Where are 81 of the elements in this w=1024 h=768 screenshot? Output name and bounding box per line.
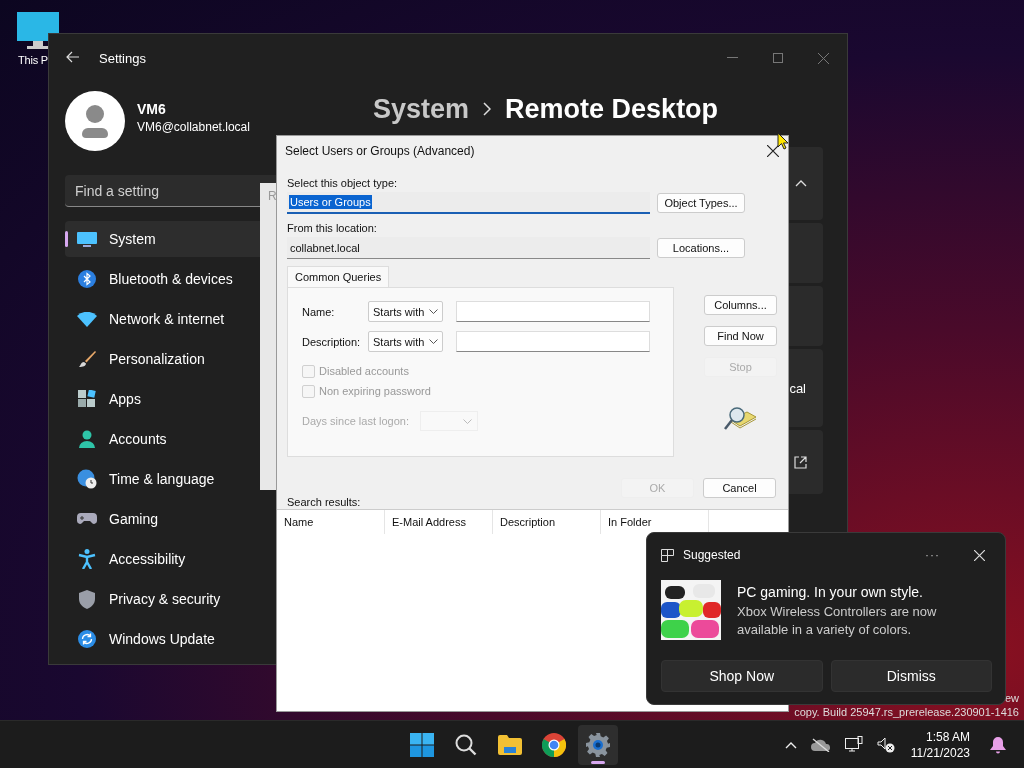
- more-button[interactable]: ···: [925, 548, 940, 562]
- text-field[interactable]: Users or Groups: [287, 192, 650, 214]
- breadcrumb-parent[interactable]: System: [373, 93, 470, 125]
- bluetooth-icon: [77, 270, 97, 288]
- globe-clock-icon: [77, 469, 97, 489]
- window-text: R: [268, 189, 277, 203]
- dialog-button[interactable]: Cancel: [703, 478, 776, 498]
- minimize-icon[interactable]: [727, 57, 738, 59]
- widgets-icon: [661, 548, 674, 562]
- taskbar-button[interactable]: [578, 725, 618, 765]
- search-icon: [455, 734, 477, 756]
- column-header[interactable]: E-Mail Address: [385, 510, 493, 534]
- close-icon[interactable]: [767, 145, 779, 157]
- checkbox-label: Non expiring password: [319, 385, 431, 397]
- accessibility-icon: [77, 549, 97, 569]
- field-label: Days since last logon:: [302, 415, 409, 427]
- chevron-down-icon: [463, 418, 472, 424]
- notification-button[interactable]: Dismiss: [830, 660, 992, 692]
- notification-button[interactable]: Shop Now: [661, 660, 823, 692]
- dialog-button[interactable]: Find Now: [704, 326, 777, 346]
- user-name: VM6: [137, 100, 167, 117]
- dialog-button[interactable]: Object Types...: [657, 193, 745, 213]
- page-title: Remote Desktop: [505, 93, 719, 125]
- chevron-down-icon: [429, 339, 438, 344]
- dialog-button[interactable]: Locations...: [657, 238, 745, 258]
- nav-item[interactable]: Time & language: [65, 461, 325, 497]
- monitor-icon: [77, 231, 97, 247]
- chevron-down-icon: [429, 309, 438, 314]
- dropdown[interactable]: Starts with: [368, 331, 443, 352]
- user-email: VM6@collabnet.local: [137, 119, 250, 134]
- chevron-up-icon[interactable]: [784, 741, 797, 749]
- card-text: cal: [789, 380, 806, 396]
- input-field[interactable]: [456, 301, 650, 322]
- folder-icon: [498, 735, 522, 755]
- maximize-icon[interactable]: [773, 53, 783, 63]
- update-icon: [77, 630, 97, 648]
- notification-source: Suggested: [683, 548, 741, 562]
- nav-item[interactable]: Privacy & security: [65, 581, 325, 617]
- window-title: Settings: [99, 50, 146, 66]
- nav-item[interactable]: Accessibility: [65, 541, 325, 577]
- dropdown[interactable]: Starts with: [368, 301, 443, 322]
- column-header[interactable]: Description: [493, 510, 601, 534]
- notification-title: PC gaming. In your own style.: [737, 584, 924, 600]
- cursor-icon: [777, 132, 789, 150]
- dialog-title: Select Users or Groups (Advanced): [285, 144, 475, 158]
- bell-icon[interactable]: [990, 736, 1006, 754]
- brush-icon: [77, 350, 97, 368]
- windows-logo-icon: [410, 733, 434, 757]
- tab[interactable]: Common Queries: [287, 266, 390, 287]
- gear-icon: [586, 733, 610, 757]
- watermark-text: ew: [1004, 691, 1019, 705]
- external-link-icon[interactable]: [794, 455, 807, 469]
- field-label: Description:: [302, 335, 362, 348]
- speaker-muted-icon[interactable]: [876, 737, 895, 753]
- desktop-icon-label[interactable]: This P: [18, 54, 48, 66]
- game-controller-icon: [77, 512, 97, 526]
- network-icon[interactable]: [844, 736, 863, 754]
- watermark-text: copy. Build 25947.rs_prerelease.230901-1416: [794, 705, 1019, 719]
- chevron-up-icon[interactable]: [795, 180, 807, 187]
- magnifier-icon: [723, 406, 757, 432]
- checkbox-label: Disabled accounts: [319, 365, 409, 377]
- avatar-icon[interactable]: [65, 91, 125, 151]
- monitor-icon[interactable]: [17, 12, 59, 50]
- field-label: Name:: [302, 305, 336, 318]
- text-field[interactable]: collabnet.local: [287, 237, 650, 259]
- notification-body: Xbox Wireless Controllers are now available in a variety of colors.: [737, 603, 938, 639]
- shield-icon: [77, 589, 97, 609]
- dialog-button[interactable]: Columns...: [704, 295, 777, 315]
- input-field[interactable]: [456, 331, 650, 352]
- clock-date[interactable]: 11/21/2023: [910, 745, 970, 761]
- clock-time[interactable]: 1:58 AM: [925, 729, 970, 745]
- field-label: Search results:: [287, 495, 361, 509]
- person-icon: [77, 430, 97, 448]
- apps-icon: [77, 390, 97, 408]
- chevron-right-icon: [483, 102, 492, 116]
- browser-icon: [542, 733, 566, 757]
- column-header[interactable]: Name: [277, 510, 385, 534]
- nav-item[interactable]: Windows Update: [65, 621, 325, 657]
- wifi-icon: [77, 311, 97, 327]
- cloud-off-icon[interactable]: [810, 738, 831, 752]
- back-arrow-icon[interactable]: [66, 51, 80, 63]
